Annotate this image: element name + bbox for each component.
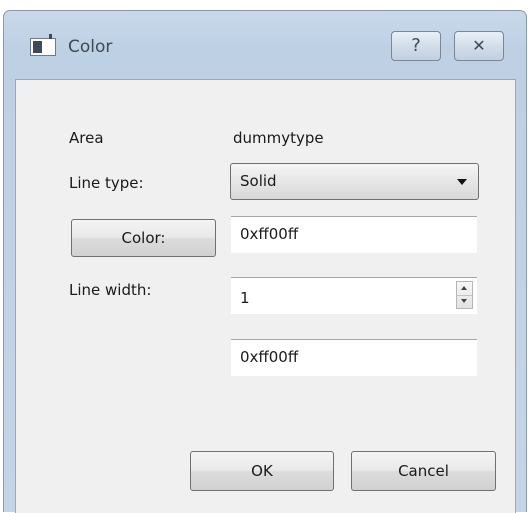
line-width-spinbox[interactable]: 1 xyxy=(231,277,477,314)
line-type-selected-value: Solid xyxy=(240,172,277,190)
cancel-button[interactable]: Cancel xyxy=(351,451,496,491)
line-width-label: Line width: xyxy=(69,281,152,299)
help-button[interactable]: ? xyxy=(391,31,441,61)
dialog-body: Area dummytype Line type: Solid Color: 0… xyxy=(15,79,516,513)
color-value-text: 0xff00ff xyxy=(240,225,299,243)
dialog-title: Color xyxy=(68,37,113,57)
secondary-color-text: 0xff00ff xyxy=(240,348,299,366)
ok-button[interactable]: OK xyxy=(190,451,334,491)
line-width-value: 1 xyxy=(240,289,250,307)
close-button[interactable]: ✕ xyxy=(454,31,504,61)
title-bar[interactable]: Color ? ✕ xyxy=(4,11,526,79)
area-label: Area xyxy=(69,129,104,147)
area-value: dummytype xyxy=(233,129,324,147)
secondary-color-field[interactable]: 0xff00ff xyxy=(231,339,477,376)
spin-down-icon[interactable] xyxy=(457,295,472,308)
spin-up-icon[interactable] xyxy=(457,282,472,296)
spin-buttons xyxy=(456,281,473,309)
color-button[interactable]: Color: xyxy=(71,219,216,257)
color-dialog: Color ? ✕ Area dummytype Line type: Soli… xyxy=(3,10,527,513)
app-window-icon xyxy=(30,34,56,56)
line-type-dropdown[interactable]: Solid xyxy=(230,163,479,200)
color-value-field[interactable]: 0xff00ff xyxy=(231,216,477,253)
line-type-label: Line type: xyxy=(69,174,144,192)
chevron-down-icon xyxy=(457,179,467,185)
